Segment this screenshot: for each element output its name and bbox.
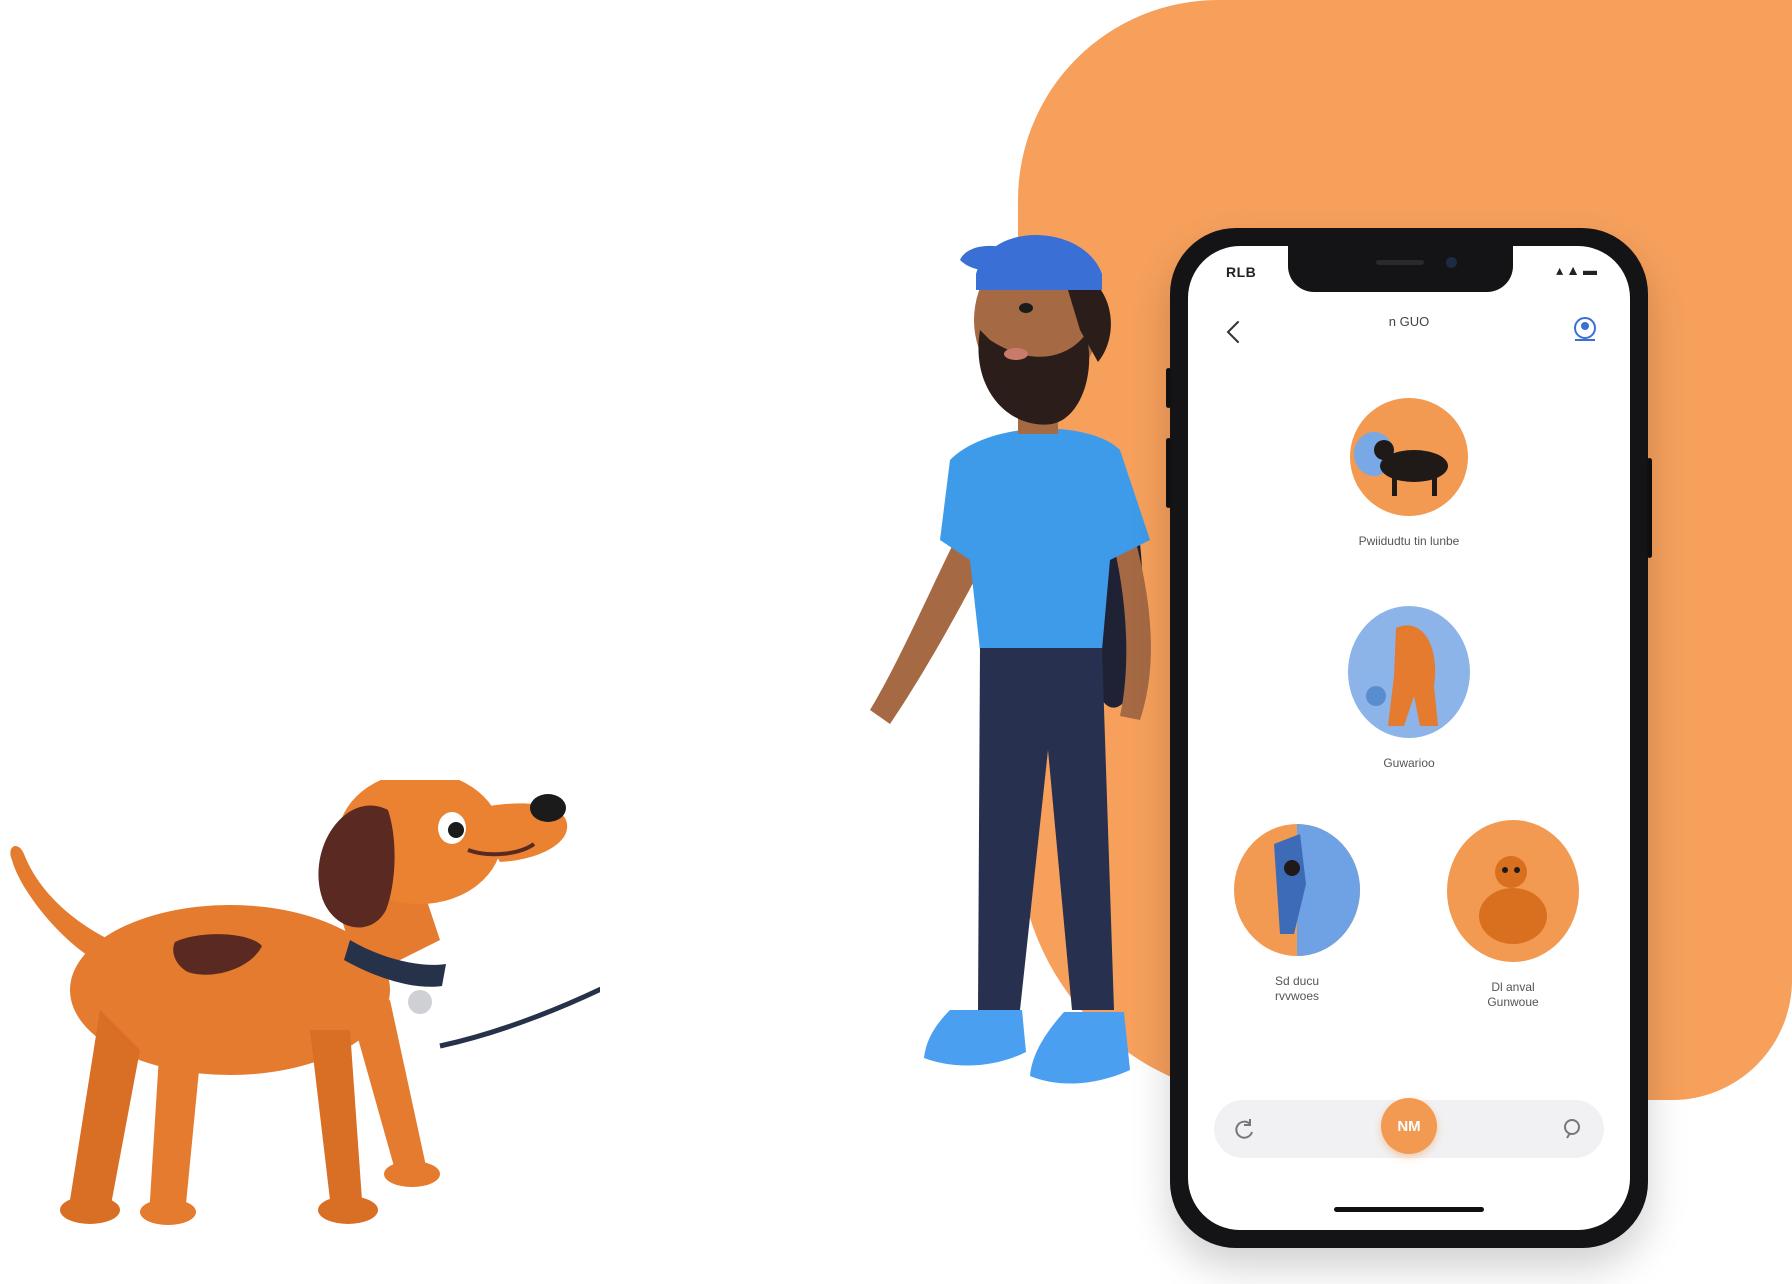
home-indicator bbox=[1334, 1207, 1484, 1212]
phone-power-button bbox=[1647, 458, 1652, 558]
search-icon[interactable] bbox=[1560, 1116, 1586, 1142]
phone-mockup: RLB ▴▲▬ n GUO Pwiidudtu tin lunbe Guwari… bbox=[1166, 228, 1652, 1248]
walk-item[interactable]: Dl anval Gunwoue bbox=[1438, 820, 1588, 1010]
walk-item[interactable]: Sd ducu rvvwoes bbox=[1222, 824, 1372, 1004]
status-time: RLB bbox=[1226, 264, 1257, 280]
bottom-nav-bar: NM bbox=[1214, 1098, 1604, 1158]
walk-caption: Guwarioo bbox=[1383, 756, 1435, 770]
dog-icon bbox=[1366, 625, 1438, 726]
walk-caption: Dl anval Gunwoue bbox=[1487, 980, 1539, 1009]
walk-caption: Pwiidudtu tin lunbe bbox=[1358, 534, 1460, 548]
dog-avatar bbox=[1447, 820, 1579, 962]
dog-icon bbox=[1274, 824, 1360, 956]
phone-mute-switch bbox=[1166, 368, 1171, 408]
dog-icon bbox=[1354, 432, 1448, 496]
speaker-grille bbox=[1376, 260, 1424, 265]
walk-item[interactable]: Pwiidudtu tin lunbe bbox=[1334, 398, 1484, 549]
dog-walker-illustration bbox=[870, 234, 1151, 1084]
dog-icon bbox=[1479, 856, 1547, 944]
walk-caption: Sd ducu rvvwoes bbox=[1274, 974, 1320, 1003]
page-title: n GUO bbox=[1388, 314, 1430, 329]
start-walk-button[interactable]: NM bbox=[1381, 1098, 1437, 1154]
dog-avatar bbox=[1234, 824, 1360, 956]
dog-avatar bbox=[1350, 398, 1468, 516]
status-icons: ▴▲▬ bbox=[1556, 262, 1600, 278]
dog-avatar bbox=[1348, 606, 1470, 738]
refresh-icon[interactable] bbox=[1232, 1116, 1258, 1142]
front-camera-icon bbox=[1446, 257, 1457, 268]
walk-item[interactable]: Guwarioo bbox=[1334, 606, 1484, 771]
phone-notch bbox=[1288, 246, 1513, 292]
dog-illustration bbox=[10, 780, 600, 1225]
user-circle-icon[interactable] bbox=[1570, 314, 1600, 344]
phone-volume-button bbox=[1166, 438, 1171, 508]
app-screen: RLB ▴▲▬ n GUO Pwiidudtu tin lunbe Guwari… bbox=[1188, 246, 1630, 1230]
